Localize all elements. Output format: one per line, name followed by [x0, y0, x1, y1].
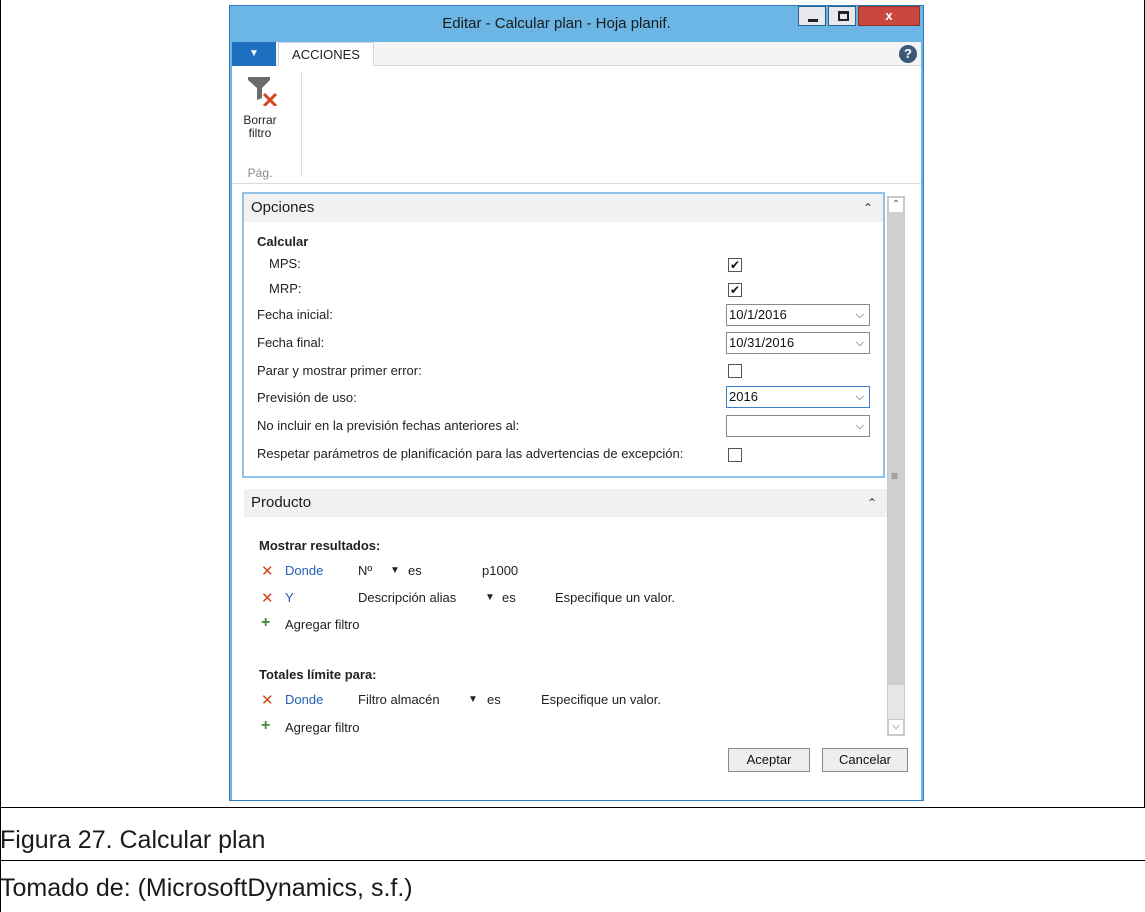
chevron-down-icon[interactable]: ⌵: [856, 305, 864, 325]
respetar-label: Respetar parámetros de planificación par…: [257, 446, 684, 461]
calcular-title: Calcular: [257, 234, 309, 249]
no-incluir-field[interactable]: ⌵: [726, 415, 870, 437]
filter-op: es: [408, 563, 422, 578]
close-icon: x: [885, 8, 893, 23]
ribbon-tabs: ▼ ACCIONES ?: [232, 42, 921, 67]
scroll-grip-icon: ≡: [891, 469, 899, 483]
prevision-value: 2016: [729, 389, 758, 404]
fecha-final-field[interactable]: 10/31/2016 ⌵: [726, 332, 870, 354]
filter-op: es: [502, 590, 516, 605]
caption-divider: [0, 860, 1145, 861]
cancelar-button[interactable]: Cancelar: [822, 748, 908, 772]
filter-value[interactable]: Especifique un valor.: [541, 692, 661, 707]
filter-conj-donde[interactable]: Donde: [285, 692, 323, 707]
totales-title: Totales límite para:: [259, 667, 377, 682]
mrp-checkbox[interactable]: ✔: [728, 283, 742, 297]
filter-value[interactable]: Especifique un valor.: [555, 590, 675, 605]
fecha-inicial-field[interactable]: 10/1/2016 ⌵: [726, 304, 870, 326]
add-filter-icon[interactable]: +: [261, 614, 270, 632]
scroll-up-icon[interactable]: ⌃: [888, 197, 904, 213]
ribbon-group-label: Pág.: [247, 166, 273, 180]
mps-label: MPS:: [269, 256, 301, 271]
ribbon-group-divider: [301, 72, 302, 176]
help-icon[interactable]: ?: [899, 45, 917, 63]
caret-down-icon: ▼: [249, 48, 259, 59]
maximize-icon: [838, 11, 849, 21]
clear-filter-label-line2: filtro: [248, 126, 272, 140]
tab-acciones[interactable]: ACCIONES: [278, 42, 374, 67]
fecha-inicial-value: 10/1/2016: [729, 307, 787, 322]
filter-conj-donde[interactable]: Donde: [285, 563, 323, 578]
mps-checkbox[interactable]: ✔: [728, 258, 742, 272]
minimize-button[interactable]: [798, 6, 826, 26]
chevron-down-icon[interactable]: ⌵: [856, 387, 864, 407]
chevron-up-icon[interactable]: ⌃: [863, 194, 873, 222]
vertical-scrollbar[interactable]: ⌃ ≡ ⌵: [887, 196, 905, 736]
add-filter-link[interactable]: Agregar filtro: [285, 720, 359, 735]
close-button[interactable]: x: [858, 6, 920, 26]
filter-field-almacen[interactable]: Filtro almacén: [358, 692, 440, 707]
filter-conj-y[interactable]: Y: [285, 590, 294, 605]
app-menu-button[interactable]: ▼: [232, 42, 276, 66]
mostrar-resultados-title: Mostrar resultados:: [259, 538, 381, 553]
parar-checkbox[interactable]: [728, 364, 742, 378]
fecha-inicial-label: Fecha inicial:: [257, 307, 333, 322]
filter-field-descripcion[interactable]: Descripción alias: [358, 590, 456, 605]
parar-label: Parar y mostrar primer error:: [257, 363, 422, 378]
caret-down-icon[interactable]: ▼: [390, 565, 400, 576]
caret-down-icon[interactable]: ▼: [485, 592, 495, 603]
chevron-up-icon[interactable]: ⌃: [867, 489, 877, 517]
chevron-down-icon[interactable]: ⌵: [856, 416, 864, 436]
source-caption: Tomado de: (MicrosoftDynamics, s.f.): [0, 874, 413, 902]
add-filter-link[interactable]: Agregar filtro: [285, 617, 359, 632]
minimize-icon: [808, 19, 818, 22]
no-incluir-label: No incluir en la previsión fechas anteri…: [257, 418, 520, 433]
figure-caption: Figura 27. Calcular plan: [0, 826, 266, 854]
opciones-header[interactable]: Opciones ⌃: [244, 194, 883, 222]
respetar-checkbox[interactable]: [728, 448, 742, 462]
filter-value[interactable]: p1000: [482, 563, 518, 578]
scroll-down-icon[interactable]: ⌵: [888, 719, 904, 735]
funnel-clear-icon: [248, 77, 278, 106]
chevron-down-icon[interactable]: ⌵: [856, 333, 864, 353]
opciones-header-label: Opciones: [251, 199, 315, 216]
fecha-final-value: 10/31/2016: [729, 335, 795, 350]
add-filter-icon[interactable]: +: [261, 717, 270, 735]
fecha-final-label: Fecha final:: [257, 335, 325, 350]
caret-down-icon[interactable]: ▼: [468, 694, 478, 705]
opciones-panel: Opciones ⌃ Calcular MPS: ✔ MRP: ✔ Fecha …: [242, 192, 885, 478]
maximize-button[interactable]: [828, 6, 856, 26]
mrp-label: MRP:: [269, 281, 302, 296]
producto-header-label: Producto: [251, 494, 312, 511]
filter-field-no[interactable]: Nº: [358, 563, 372, 578]
remove-filter-icon[interactable]: ✕: [261, 562, 274, 580]
title-bar: Editar - Calcular plan - Hoja planif. x: [230, 6, 923, 42]
remove-filter-icon[interactable]: ✕: [261, 589, 274, 607]
clear-filter-label: Borrar filtro: [234, 114, 286, 140]
prevision-label: Previsión de uso:: [257, 390, 357, 405]
producto-header[interactable]: Producto ⌃: [244, 489, 887, 517]
dialog-content: Opciones ⌃ Calcular MPS: ✔ MRP: ✔ Fecha …: [232, 184, 921, 800]
ribbon: Borrar filtro Pág.: [232, 66, 921, 184]
filter-op: es: [487, 692, 501, 707]
prevision-field[interactable]: 2016 ⌵: [726, 386, 870, 408]
scroll-thumb[interactable]: ≡: [888, 213, 904, 685]
dialog-window: Editar - Calcular plan - Hoja planif. x …: [229, 5, 924, 801]
remove-filter-icon[interactable]: ✕: [261, 691, 274, 709]
aceptar-button[interactable]: Aceptar: [728, 748, 810, 772]
clear-filter-label-line1: Borrar: [243, 113, 277, 127]
